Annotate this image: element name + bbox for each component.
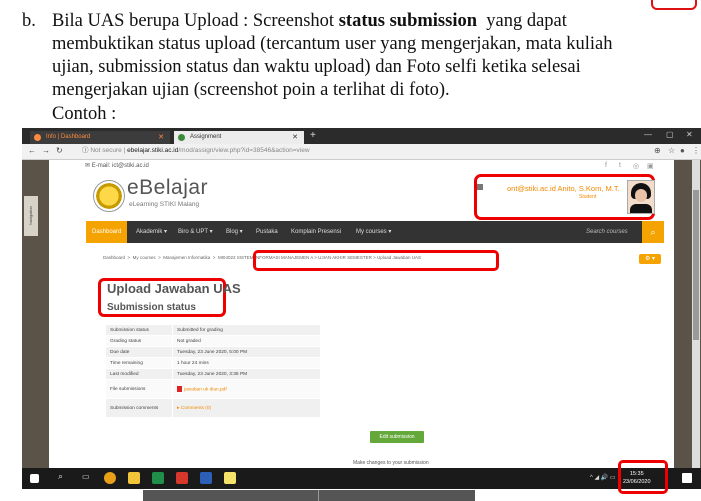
windows-start-icon[interactable]	[30, 474, 39, 483]
user-name[interactable]: ont@stiki.ac.id Anito, S.Kom, M.T.	[507, 184, 620, 193]
youtube-icon[interactable]: ▣	[647, 162, 654, 170]
reload-icon[interactable]: ↻	[56, 146, 63, 155]
file-explorer-icon[interactable]	[128, 472, 140, 484]
back-icon[interactable]: ←	[28, 146, 36, 155]
new-tab-button[interactable]: +	[310, 130, 316, 141]
left-background: Navigation	[22, 160, 49, 468]
forward-icon[interactable]: →	[42, 146, 50, 155]
close-icon[interactable]: ✕	[158, 131, 164, 144]
notification-icon[interactable]	[682, 473, 692, 483]
zoom-icon[interactable]: ⊕	[654, 146, 661, 155]
moodle-page: ✉ E-mail: ict@stiki.ac.id f t ◎ ▣ eBelaj…	[49, 160, 674, 468]
browser-tab-bar: Info | Dashboard ✕ Assignment ✕ + — ▢ ✕	[22, 128, 701, 144]
embedded-screenshot: Info | Dashboard ✕ Assignment ✕ + — ▢ ✕ …	[22, 128, 701, 480]
star-icon[interactable]: ☆	[668, 146, 675, 155]
table-row: Grading status Not graded	[105, 335, 321, 347]
close-window-button[interactable]: ✕	[686, 130, 693, 139]
menu-icon[interactable]: ⋮	[692, 146, 700, 155]
edit-submission-button[interactable]: Edit submission	[370, 431, 424, 443]
main-menu: Dashboard Akademik ▾ Biro & UPT ▾ Blog ▾…	[86, 221, 664, 243]
make-changes-text: Make changes to your submission	[353, 460, 429, 466]
submitted-file-link[interactable]: jawaban uk dian.pdf	[184, 387, 227, 392]
facebook-icon[interactable]: f	[605, 162, 607, 169]
page-title: Upload Jawaban UAS	[107, 281, 241, 296]
red-annotation-mark	[651, 0, 697, 10]
bottom-overlay-bar	[143, 490, 475, 501]
submission-status-table: Submission status Submitted for grading G…	[105, 324, 321, 418]
task-view-icon[interactable]: ▭	[82, 472, 90, 481]
menu-blog[interactable]: Blog ▾	[226, 221, 243, 243]
acrobat-icon[interactable]	[176, 472, 188, 484]
scrollbar-thumb[interactable]	[693, 190, 699, 340]
menu-dashboard[interactable]: Dashboard	[86, 221, 128, 243]
table-row: Submission status Submitted for grading	[105, 324, 321, 336]
table-row: Time remaining 1 hour 24 mins	[105, 357, 321, 369]
tab-dashboard[interactable]: Info | Dashboard ✕	[30, 131, 170, 144]
breadcrumb-highlight-box	[253, 250, 499, 271]
line-3: ujian, submission status dan waktu uploa…	[52, 57, 581, 77]
windows-taskbar: ⌕ ▭ ^ ◢ 🔊 ▭ 15:35 23/06/2020	[22, 460, 701, 494]
menu-akademik[interactable]: Akademik ▾	[136, 221, 167, 243]
table-row: File submissions jawaban uk dian.pdf	[105, 379, 321, 399]
maximize-button[interactable]: ▢	[666, 130, 674, 139]
navigation-drawer-tab[interactable]: Navigation	[24, 196, 38, 236]
gear-icon[interactable]: ⚙ ▾	[639, 254, 661, 264]
table-row: Last modified Tuesday, 23 June 2020, 3:35…	[105, 368, 321, 380]
word-icon[interactable]	[200, 472, 212, 484]
table-row: Submission comments ▸ Comments (0)	[105, 398, 321, 418]
email-contact: ✉ E-mail: ict@stiki.ac.id	[85, 163, 149, 169]
pdf-file-icon	[177, 385, 182, 392]
instagram-icon[interactable]: ◎	[633, 162, 639, 170]
site-favicon-icon	[34, 134, 41, 141]
bold-status-submission: status submission	[338, 11, 477, 31]
line-1: Bila UAS berupa Upload : Screenshot stat…	[52, 11, 567, 31]
brand-title[interactable]: eBelajar	[127, 176, 208, 200]
list-bullet: b.	[22, 11, 36, 31]
excel-icon[interactable]	[152, 472, 164, 484]
menu-pustaka[interactable]: Pustaka	[256, 221, 278, 243]
menu-komplain-presensi[interactable]: Komplain Presensi	[291, 221, 341, 243]
user-avatar[interactable]	[627, 180, 655, 214]
close-icon[interactable]: ✕	[292, 131, 298, 144]
url-field[interactable]: ⓘ Not secure | ebelajar.stiki.ac.id/mod/…	[82, 146, 310, 156]
example-label: Contoh :	[52, 104, 117, 124]
menu-my-courses[interactable]: My courses ▾	[356, 221, 391, 243]
search-icon[interactable]: ⌕	[58, 471, 63, 482]
tab-assignment[interactable]: Assignment ✕	[174, 131, 304, 144]
table-row: Due date Tuesday, 23 June 2020, 5:00 PM	[105, 346, 321, 358]
document-area: b. Bila UAS berupa Upload : Screenshot s…	[0, 0, 701, 130]
chrome-icon[interactable]	[104, 472, 116, 484]
sticky-notes-icon[interactable]	[224, 472, 236, 484]
search-input[interactable]: Search courses	[586, 221, 628, 243]
comments-link[interactable]: Comments (0)	[181, 406, 211, 411]
site-favicon-icon	[178, 134, 185, 141]
address-bar: ← → ↻ ⓘ Not secure | ebelajar.stiki.ac.i…	[22, 144, 701, 160]
stiki-logo-icon[interactable]	[93, 180, 125, 212]
system-clock[interactable]: 15:35 23/06/2020	[623, 470, 651, 486]
minimize-button[interactable]: —	[644, 130, 652, 139]
user-role: Student	[579, 194, 597, 200]
menu-biro-upt[interactable]: Biro & UPT ▾	[178, 221, 213, 243]
scrollbar[interactable]	[692, 160, 700, 468]
system-tray-icons[interactable]: ^ ◢ 🔊 ▭	[590, 474, 616, 481]
line-4: mengerjakan ujian (screenshot poin a ter…	[52, 80, 450, 100]
brand-subtitle: eLearning STIKI Malang	[129, 201, 200, 208]
section-title: Submission status	[107, 302, 196, 313]
profile-icon[interactable]: ●	[680, 146, 685, 155]
twitter-icon[interactable]: t	[619, 162, 621, 169]
line-2: membuktikan status upload (tercantum use…	[52, 34, 613, 54]
search-icon[interactable]: ⌕	[642, 221, 664, 243]
